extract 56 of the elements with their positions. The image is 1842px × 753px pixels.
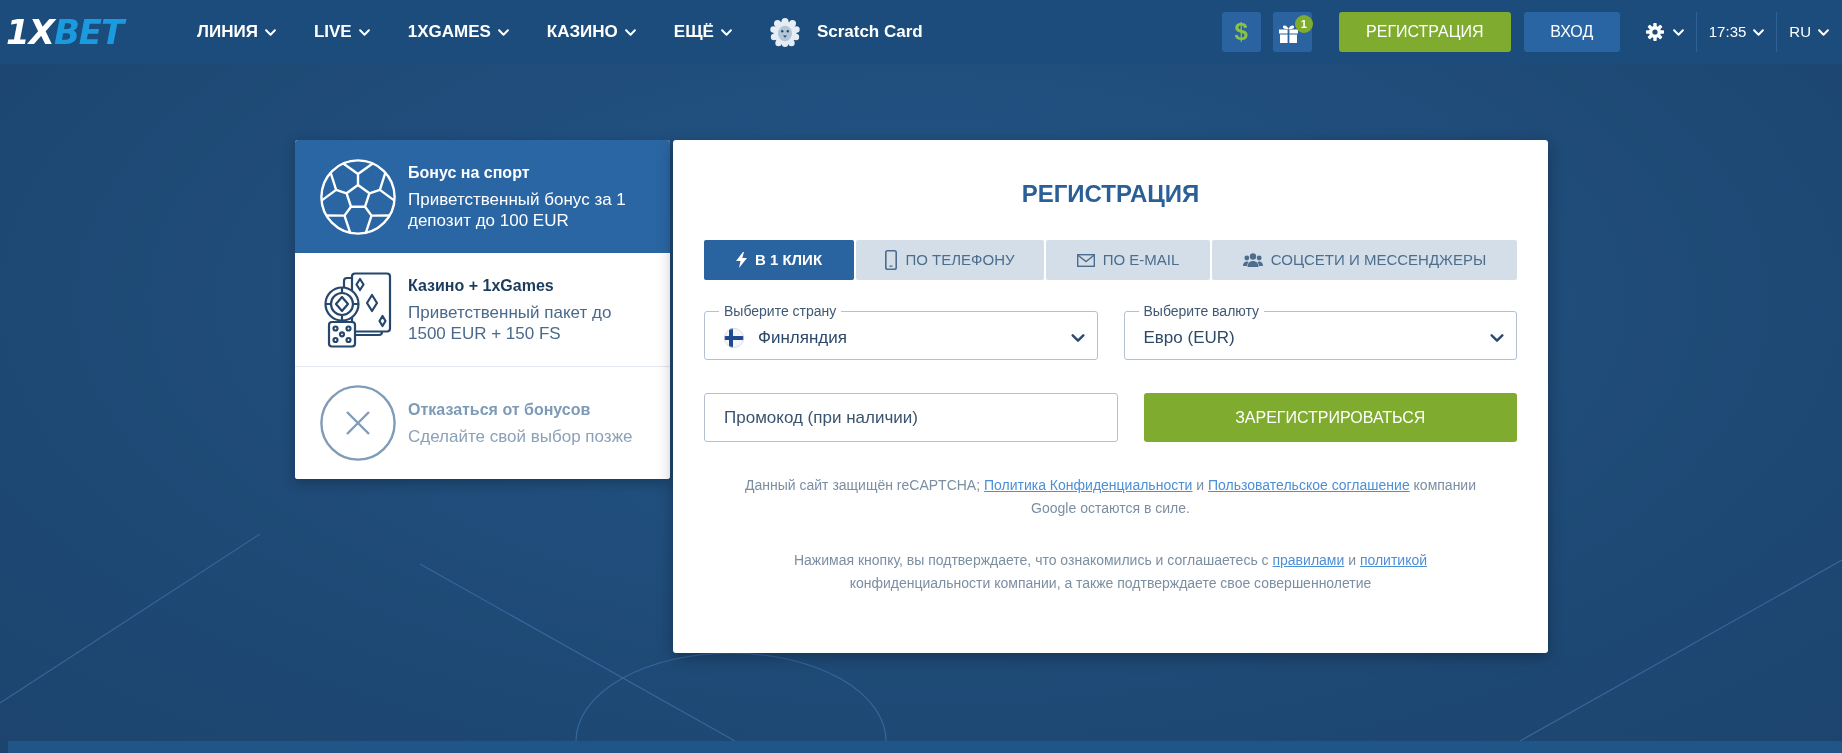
policy-link[interactable]: политикой [1359,552,1428,568]
field-label: Выберите страну [723,303,838,319]
settings-icon [1645,23,1664,41]
caret-icon [1070,334,1085,342]
registration-tab[interactable]: ПО E-MAIL [1046,240,1210,280]
lightning-icon [735,252,747,268]
registration-tab[interactable]: ПО ТЕЛЕФОНУ [856,240,1044,280]
cross-circle-icon [320,385,396,461]
login-button[interactable]: ВХОД [1523,12,1620,52]
casino-chip-cards-dice-icon [324,271,392,348]
bonus-description: Приветственный пакет до 1500 EUR + 150 FS [408,301,613,344]
caret-icon [1753,28,1765,36]
nav-menu-button[interactable]: КАЗИНО [546,19,636,45]
caret-icon [1490,334,1504,342]
lion-head-icon [769,17,800,47]
user-agreement-link[interactable]: Пользовательское соглашение [1208,477,1410,493]
caret-icon [1818,28,1829,36]
time-button[interactable]: 17:35 [1708,20,1765,44]
form-title: РЕГИСТРАЦИЯ [1020,179,1201,209]
field-label: Выберите валюту [1142,303,1261,319]
currency-select[interactable]: Выберите валюту Евро (EUR) [1123,303,1517,360]
caret-icon [497,28,509,36]
rules-link[interactable]: правилами [1272,552,1345,568]
caret-icon [1672,28,1684,36]
nav-menu-button[interactable]: LIVE [313,19,370,45]
country-select[interactable]: Выберите страну Финляндия [704,303,1098,360]
caret-icon [358,28,370,36]
phone-icon [885,250,898,270]
language-button[interactable]: RU [1789,20,1829,44]
registration-tab[interactable]: В 1 КЛИК [704,240,854,280]
nav-menu-button[interactable]: 1XGAMES [407,19,509,45]
gift-icon [1278,24,1298,43]
bonus-title: Казино + 1xGames [408,275,555,296]
nav-menu-button[interactable]: ЛИНИЯ [197,19,276,45]
consent-notice: Нажимая кнопку, вы подтверждаете, что ознакомились и соглашаетесь с правилами и политикой конфиденциальности компании, а также подтверждаете свое совершеннолетие [792,551,1429,593]
settings-button[interactable] [1645,23,1684,41]
bonus-option[interactable]: Бонус на спорт Приветственный бонус за 1 депозит до 100 EUR [295,140,670,253]
finland-flag-icon [724,328,744,348]
bonus-description: Приветственный бонус за 1 депозит до 100 EUR [408,188,627,231]
registration-tab[interactable]: СОЦСЕТИ И МЕССЕНДЖЕРЫ [1212,240,1517,280]
privacy-policy-link[interactable]: Политика Конфиденциальности [984,477,1193,493]
caret-icon [264,28,276,36]
scratch-card-link[interactable]: Scratch Card [769,17,923,47]
bonus-title: Бонус на спорт [408,162,531,183]
envelope-icon [1076,253,1095,267]
bonus-title: Отказаться от бонусов [408,399,592,420]
recaptcha-notice: Данный сайт защищён reCAPTCHA; Политика Конфиденциальности и Пользовательское соглашение компании Google остаются в силе. [744,476,1477,518]
soccer-ball-icon [320,158,396,235]
caret-icon [624,28,636,36]
gift-count-badge: 1 [1294,15,1313,33]
people-icon [1242,253,1263,267]
bonus-description: Сделайте свой выбор позже [408,425,634,447]
caret-icon [720,28,732,36]
promo-code-input[interactable]: Промокод (при наличии) [704,393,1118,442]
nav-menu-button[interactable]: ЕЩЁ [673,19,732,45]
bonus-option[interactable]: Казино + 1xGames Приветственный пакет до 1500 EUR + 150 FS [295,253,670,366]
